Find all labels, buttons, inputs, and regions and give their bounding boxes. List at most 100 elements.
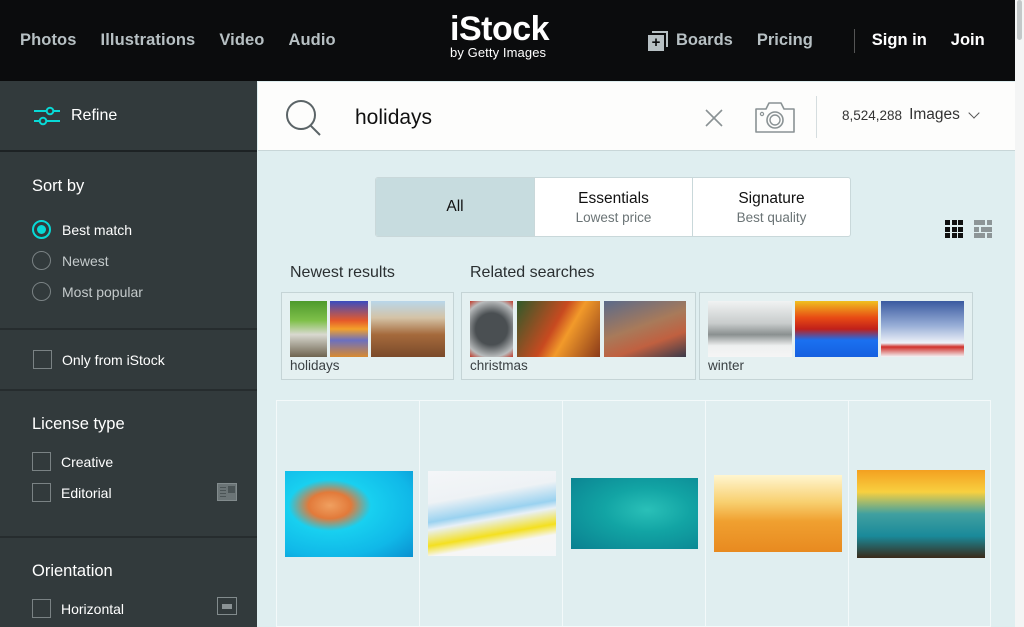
nav-illustrations[interactable]: Illustrations <box>101 31 196 50</box>
checkbox-label: Horizontal <box>61 600 125 617</box>
sort-most-popular[interactable]: Most popular <box>32 276 257 307</box>
card-label: winter <box>708 358 745 373</box>
nav-video[interactable]: Video <box>219 31 264 50</box>
tab-subtitle: Best quality <box>736 209 807 225</box>
nav-photos[interactable]: Photos <box>20 31 77 50</box>
thumbnail-snow-skier <box>708 301 792 357</box>
license-type-heading: License type <box>32 415 125 433</box>
checkbox-label: Only from iStock <box>62 351 165 368</box>
result-image-aerial-swimmer <box>571 478 698 549</box>
newest-results-heading: Newest results <box>290 264 395 281</box>
tab-title: All <box>446 198 464 215</box>
sort-newest[interactable]: Newest <box>32 245 257 276</box>
sliders-icon <box>34 106 60 125</box>
logo-wordmark: iStock <box>450 10 550 48</box>
license-creative-filter[interactable]: Creative <box>32 446 257 477</box>
search-icon[interactable] <box>285 99 323 137</box>
tab-signature[interactable]: Signature Best quality <box>692 178 850 236</box>
radio-label: Best match <box>62 221 133 238</box>
join-link[interactable]: Join <box>951 31 985 50</box>
related-search-card-christmas[interactable]: christmas <box>461 292 696 380</box>
radio-checked[interactable] <box>32 220 51 239</box>
account-nav: + Boards Pricing Sign in Join <box>648 0 985 81</box>
thumbnail-christmas-tree-fireplace <box>517 301 600 357</box>
result-image-children-swimming <box>285 471 413 557</box>
checkbox[interactable] <box>33 350 52 369</box>
result-tile[interactable] <box>705 400 848 627</box>
collection-tabs: All Essentials Lowest price Signature Be… <box>375 177 851 237</box>
sort-best-match[interactable]: Best match <box>32 214 257 245</box>
grid-view-icon[interactable] <box>945 220 963 238</box>
license-type-section: License type Creative Editorial <box>0 391 257 538</box>
nav-audio[interactable]: Audio <box>288 31 335 50</box>
result-image-vacation-calendar <box>428 471 556 556</box>
mosaic-view-icon[interactable] <box>974 220 992 238</box>
search-input[interactable] <box>355 102 685 134</box>
radio-unchecked[interactable] <box>32 282 51 301</box>
istock-logo[interactable]: iStock by Getty Images <box>450 10 562 61</box>
result-image-beach-family <box>714 475 842 552</box>
search-bar: 8,524,288 Images <box>258 82 1015 151</box>
result-image-couple-sunset <box>857 470 985 558</box>
result-tile[interactable] <box>562 400 705 627</box>
checkbox[interactable] <box>32 483 51 502</box>
refine-toggle[interactable]: Refine <box>0 81 257 152</box>
media-type-label: Images <box>909 106 960 123</box>
result-count: 8,524,288 <box>842 107 903 123</box>
media-type-dropdown[interactable]: 8,524,288 Images <box>842 106 980 124</box>
thumbnail-rooftops <box>371 301 445 357</box>
thumbnail-family-dinner <box>604 301 686 357</box>
nav-divider <box>853 28 855 53</box>
scrollbar-thumb[interactable] <box>1017 0 1022 40</box>
radio-unchecked[interactable] <box>32 251 51 270</box>
checkbox[interactable] <box>32 452 51 471</box>
result-tile[interactable] <box>276 400 419 627</box>
tab-title: Essentials <box>578 189 649 207</box>
result-tile[interactable] <box>419 400 562 627</box>
camera-search-icon[interactable] <box>754 100 796 134</box>
radio-label: Most popular <box>62 283 143 300</box>
only-from-istock-filter[interactable]: Only from iStock <box>33 344 165 375</box>
thumbnail-winter-sunset-forest <box>795 301 878 357</box>
thumbnail-holiday-card <box>470 301 513 357</box>
results-area: 8,524,288 Images All Essentials Lowest p… <box>257 81 1015 627</box>
thumbnail-waterfall <box>290 301 327 357</box>
image-results-grid <box>276 400 991 627</box>
orientation-horizontal-filter[interactable]: Horizontal <box>32 593 257 624</box>
top-navigation-bar: Photos Illustrations Video Audio iStock … <box>0 0 1015 81</box>
pricing-link[interactable]: Pricing <box>757 31 813 50</box>
logo-tagline: by Getty Images <box>450 45 547 60</box>
newest-results-card[interactable]: holidays <box>281 292 454 380</box>
license-editorial-filter[interactable]: Editorial <box>32 477 257 508</box>
page-scrollbar[interactable] <box>1015 0 1024 627</box>
checkbox-label: Creative <box>61 453 114 470</box>
radio-label: Newest <box>62 252 109 269</box>
horizontal-orientation-icon <box>217 597 237 615</box>
related-searches-heading: Related searches <box>470 264 595 281</box>
card-label: christmas <box>470 358 528 373</box>
tab-all[interactable]: All <box>376 178 534 236</box>
clear-search-icon[interactable] <box>704 108 724 128</box>
sort-by-heading: Sort by <box>32 177 85 195</box>
boards-icon: + <box>648 30 668 51</box>
refine-sidebar: Refine Sort by Best match Newest Most po… <box>0 81 257 627</box>
orientation-section: Orientation Horizontal <box>0 538 257 624</box>
refine-label: Refine <box>71 106 118 124</box>
card-label: holidays <box>290 358 340 373</box>
boards-label: Boards <box>676 31 733 49</box>
thumbnail-sunset-sky <box>330 301 368 357</box>
tab-title: Signature <box>738 189 805 207</box>
sort-by-section: Sort by Best match Newest Most popular <box>0 152 257 330</box>
istock-search-page: Photos Illustrations Video Audio iStock … <box>0 0 1024 627</box>
tab-subtitle: Lowest price <box>575 209 652 225</box>
checkbox[interactable] <box>32 599 51 618</box>
related-search-card-winter[interactable]: winter <box>699 292 973 380</box>
orientation-heading: Orientation <box>32 562 113 580</box>
thumbnail-snowmen <box>881 301 964 357</box>
chevron-down-icon <box>968 106 980 119</box>
boards-link[interactable]: + Boards <box>648 30 733 51</box>
tab-essentials[interactable]: Essentials Lowest price <box>534 178 692 236</box>
checkbox-label: Editorial <box>61 484 112 501</box>
sign-in-link[interactable]: Sign in <box>872 31 927 50</box>
result-tile[interactable] <box>848 400 991 627</box>
